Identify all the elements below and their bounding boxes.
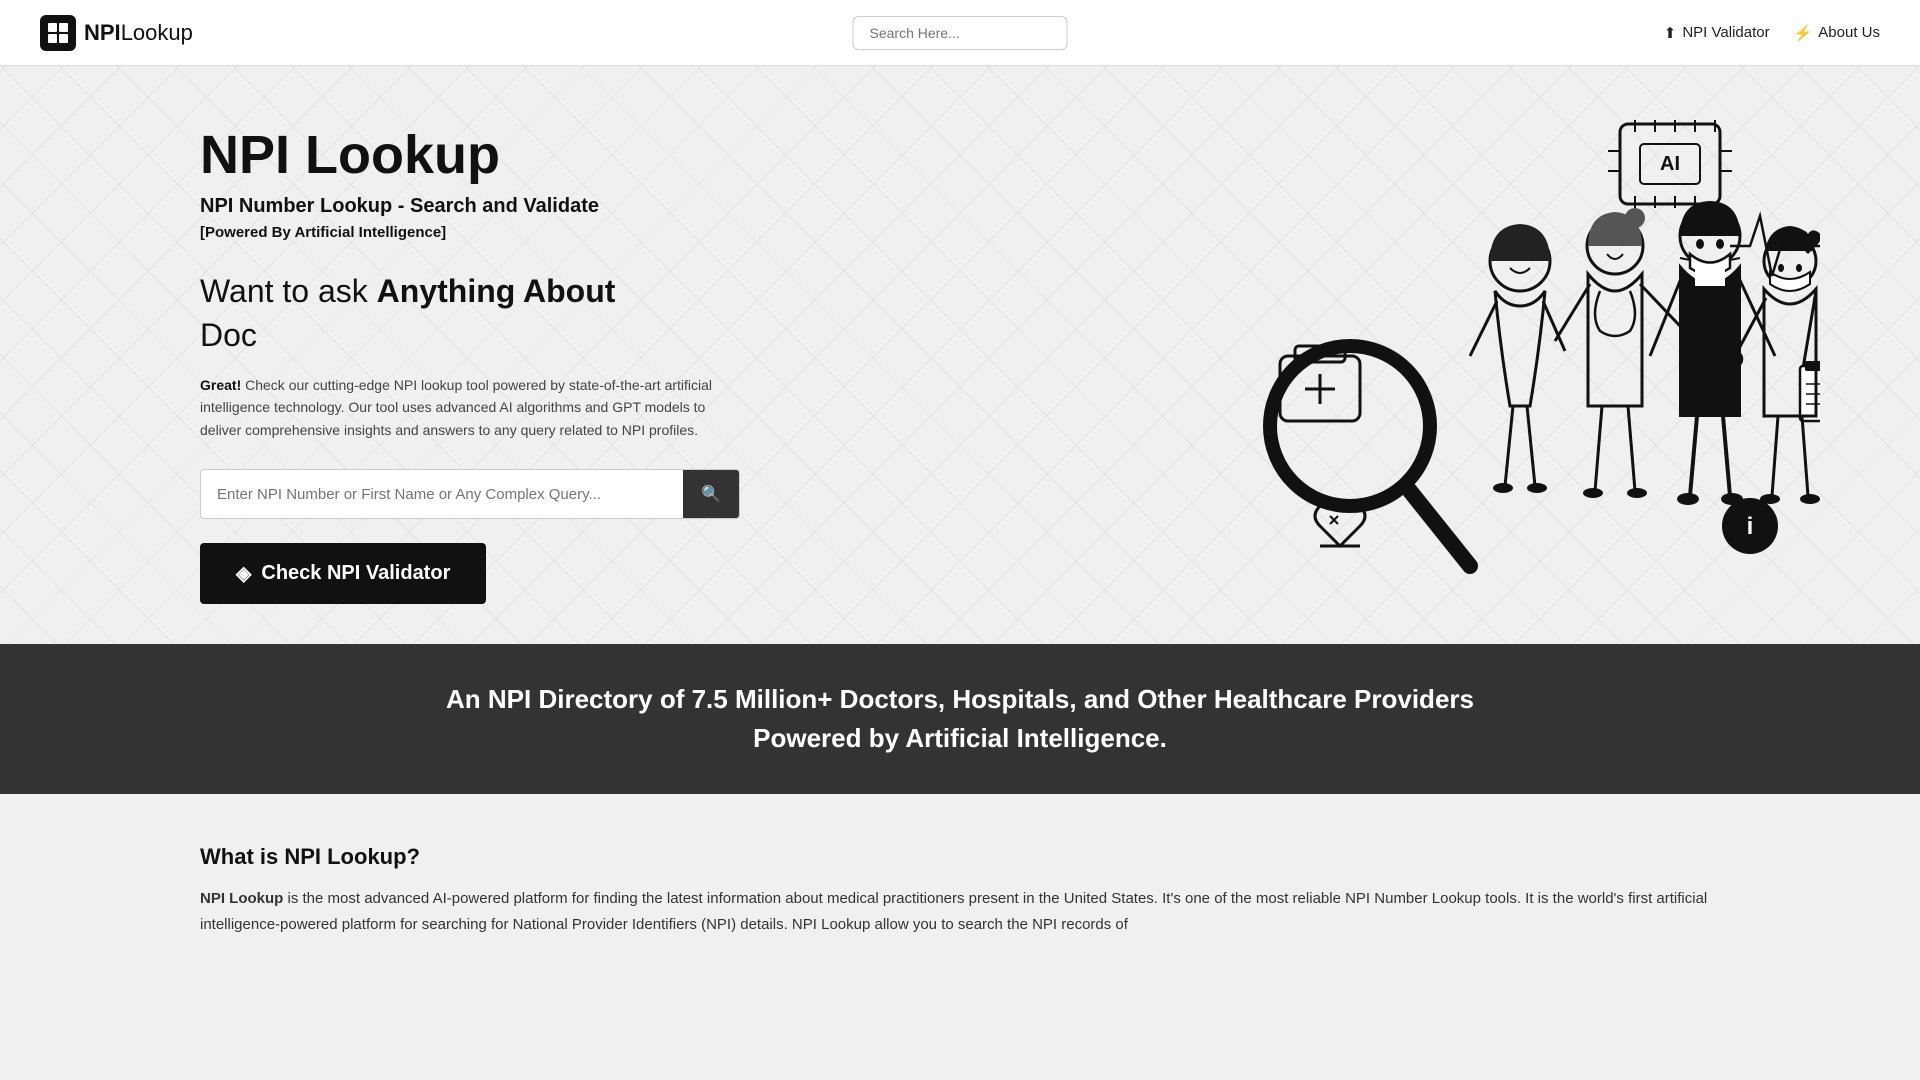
nav-label-about-us: About Us [1818, 24, 1880, 41]
cta-validator-button[interactable]: ◈ Check NPI Validator [200, 543, 486, 604]
hero-powered: [Powered By Artificial Intelligence] [200, 224, 900, 241]
banner-line2: Powered by Artificial Intelligence. [753, 723, 1167, 753]
banner-text: An NPI Directory of 7.5 Million+ Doctors… [360, 680, 1560, 758]
hero-illustration: AI i [1260, 106, 1820, 626]
header-nav: ⬆ NPI Validator ⚡ About Us [1664, 24, 1880, 42]
hero-tagline: Want to ask Anything About [200, 271, 900, 313]
what-is-text: NPI Lookup is the most advanced AI-power… [200, 886, 1720, 937]
illustration-svg: AI i [1260, 106, 1820, 626]
bottom-section: What is NPI Lookup? NPI Lookup is the mo… [0, 794, 1920, 977]
svg-text:i: i [1747, 513, 1754, 540]
diamond-icon: ◈ [236, 561, 251, 586]
hero-content: NPI Lookup NPI Number Lookup - Search an… [200, 126, 900, 604]
logo-text: NPILookup [84, 20, 193, 46]
banner-section: An NPI Directory of 7.5 Million+ Doctors… [0, 644, 1920, 794]
what-is-title: What is NPI Lookup? [200, 844, 1720, 870]
hero-search-button[interactable]: 🔍 [683, 470, 739, 518]
header-search-input[interactable] [853, 16, 1068, 50]
description-bold: Great! [200, 377, 241, 393]
logo[interactable]: NPILookup [40, 15, 193, 51]
banner-line1: An NPI Directory of 7.5 Million+ Doctors… [446, 684, 1474, 714]
hero-description: Great! Check our cutting-edge NPI lookup… [200, 374, 740, 441]
header-search-container [853, 16, 1068, 50]
hero-title: NPI Lookup [200, 126, 900, 185]
what-is-body: is the most advanced AI-powered platform… [200, 890, 1707, 933]
npi-lookup-bold: NPI Lookup [200, 890, 283, 907]
hero-section: NPI Lookup NPI Number Lookup - Search an… [0, 66, 1920, 644]
header: NPILookup ⬆ NPI Validator ⚡ About Us [0, 0, 1920, 66]
tagline-part1: Want to ask [200, 273, 377, 309]
search-icon: 🔍 [701, 486, 721, 503]
hero-search-input[interactable] [201, 472, 683, 517]
nav-item-about-us[interactable]: ⚡ About Us [1794, 24, 1880, 42]
hero-search-bar: 🔍 [200, 469, 740, 519]
lightning-icon: ⚡ [1794, 24, 1813, 42]
nav-label-npi-validator: NPI Validator [1682, 24, 1769, 41]
upload-icon: ⬆ [1664, 24, 1677, 42]
hero-subtitle: NPI Number Lookup - Search and Validate [200, 195, 900, 218]
tagline-bold: Anything About [377, 273, 616, 309]
logo-icon [40, 15, 76, 51]
description-text: Check our cutting-edge NPI lookup tool p… [200, 377, 712, 438]
nav-item-npi-validator[interactable]: ⬆ NPI Validator [1664, 24, 1770, 42]
svg-text:AI: AI [1660, 153, 1680, 175]
hero-tagline-line2: Doc [200, 317, 900, 354]
cta-label: Check NPI Validator [261, 562, 450, 585]
